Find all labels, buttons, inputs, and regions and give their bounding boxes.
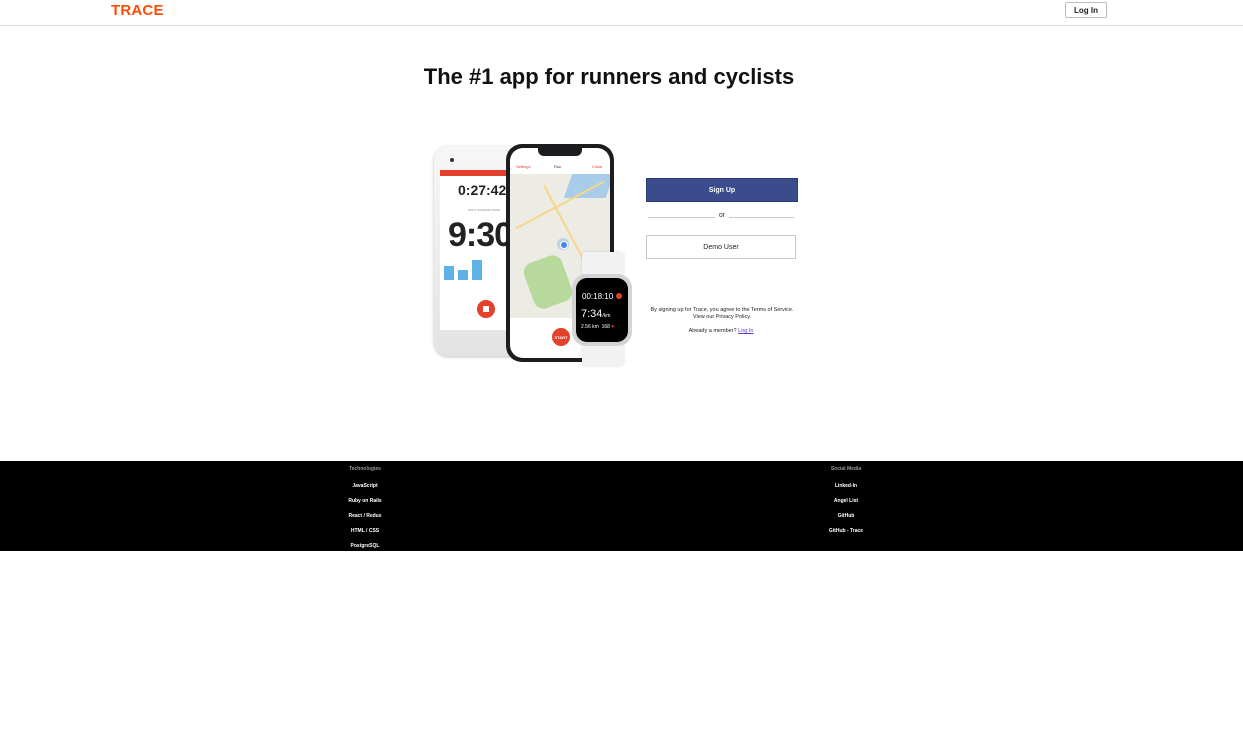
already-member-text: Already a member?	[688, 328, 737, 334]
heart-icon: ♥	[611, 324, 615, 330]
social-link[interactable]: Angel List	[786, 496, 906, 506]
social-link[interactable]: GitHub - Trace	[786, 526, 906, 536]
android-split-label: SPLIT AVERAGE PACE	[468, 208, 501, 212]
map-street	[515, 180, 605, 230]
watch-distance: 2.56 km	[581, 324, 599, 330]
watch-stats: 2.56 km 168 ♥	[581, 324, 614, 330]
watch-face: 00:18:10 7:34/km 2.56 km 168 ♥	[576, 278, 628, 342]
iphone-nav-mid: Run	[554, 164, 562, 169]
watch-band-bottom	[582, 344, 624, 366]
login-button[interactable]: Log In	[1065, 2, 1107, 18]
watch-time: 00:18:10	[582, 292, 614, 301]
device-showcase-image: 0:27:42 SPLIT AVERAGE PACE 9:30 Settings…	[420, 140, 640, 390]
tech-item[interactable]: Ruby on Rails	[305, 496, 425, 506]
watch-pace-value: 7:34	[581, 308, 603, 320]
technologies-title: Technologies	[349, 466, 381, 472]
tech-item[interactable]: JavaScript	[305, 481, 425, 491]
camera-dot	[450, 158, 454, 162]
start-icon: START	[552, 328, 570, 346]
record-icon	[616, 293, 622, 299]
watch-band-top	[582, 252, 624, 276]
already-member: Already a member? Log In	[646, 328, 796, 334]
tech-item[interactable]: HTML / CSS	[305, 526, 425, 536]
watch-pace: 7:34/km	[581, 308, 610, 320]
android-elapsed-time: 0:27:42	[458, 182, 507, 198]
chart-bar	[458, 270, 468, 280]
map-park	[520, 252, 576, 312]
iphone-nav-left: Settings	[516, 164, 531, 169]
map-water	[563, 174, 610, 198]
demo-user-button[interactable]: Demo User	[646, 235, 796, 259]
chart-bar	[472, 260, 482, 280]
tech-item[interactable]: React / Redux	[305, 511, 425, 521]
footer: Technologies JavaScript Ruby on Rails Re…	[0, 461, 1243, 551]
terms-text: By signing up for Trace, you agree to th…	[650, 307, 794, 320]
apple-watch: 00:18:10 7:34/km 2.56 km 168 ♥	[572, 252, 634, 366]
iphone-notch	[538, 148, 582, 156]
hero-title: The #1 app for runners and cyclists	[423, 64, 795, 89]
log-in-link[interactable]: Log In	[738, 328, 753, 334]
stop-icon	[477, 300, 495, 318]
trace-logo[interactable]: TRACE	[111, 2, 164, 19]
technologies-column: Technologies JavaScript Ruby on Rails Re…	[305, 461, 425, 551]
social-link[interactable]: Linked-In	[786, 481, 906, 491]
social-media-column: Social Media Linked-In Angel List GitHub…	[786, 461, 906, 536]
watch-pace-unit: /km	[602, 313, 611, 319]
sign-up-button[interactable]: Sign Up	[646, 178, 798, 202]
social-link[interactable]: GitHub	[786, 511, 906, 521]
iphone-nav-right: Close	[592, 164, 603, 169]
watch-case: 00:18:10 7:34/km 2.56 km 168 ♥	[572, 274, 632, 346]
location-marker-icon	[557, 238, 569, 250]
chart-bar	[444, 266, 454, 280]
top-nav: TRACE Log In	[0, 0, 1243, 26]
android-pace: 9:30	[448, 216, 513, 254]
tech-item[interactable]: PostgreSQL	[305, 541, 425, 551]
social-media-title: Social Media	[830, 466, 862, 472]
or-label: or	[715, 212, 729, 219]
watch-heart-rate: 168	[601, 324, 610, 330]
